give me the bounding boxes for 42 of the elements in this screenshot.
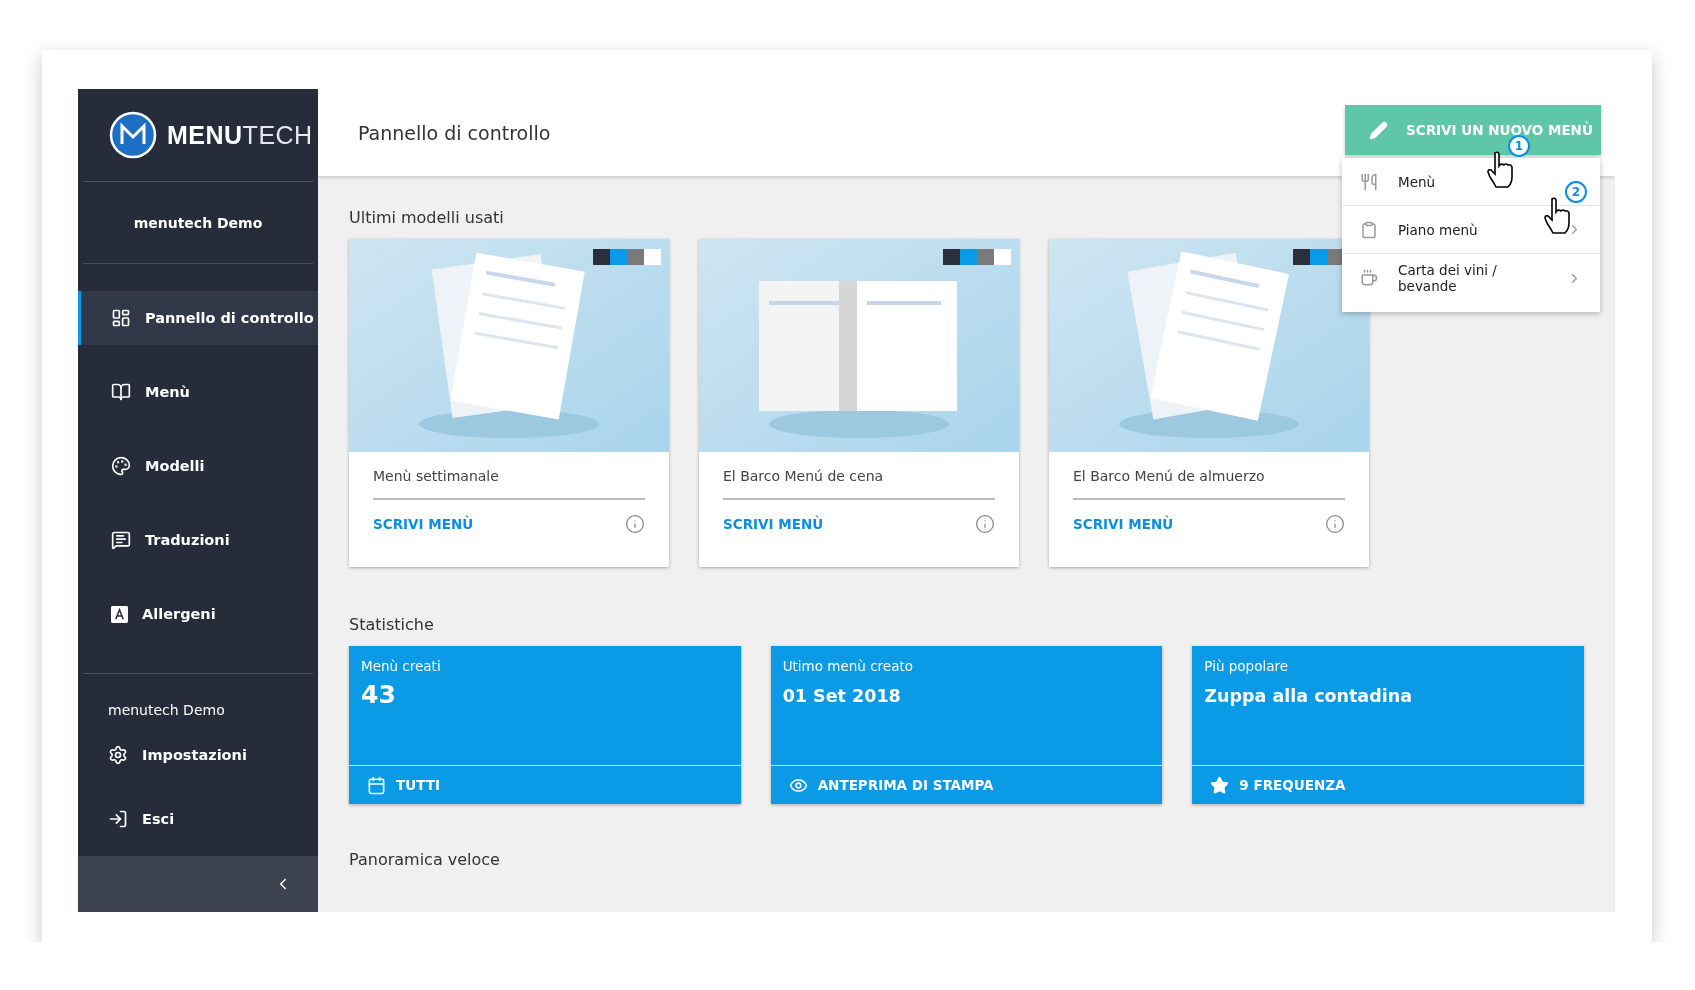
section-label: menutech Demo bbox=[107, 701, 226, 720]
settings-icon bbox=[108, 745, 128, 765]
stat-label: Utimo menù creato bbox=[782, 658, 913, 674]
info-icon[interactable] bbox=[975, 514, 995, 534]
section-title: Panoramica veloce bbox=[349, 850, 501, 869]
menu-item[interactable]: Carta dei vini / bevande bbox=[1342, 254, 1600, 302]
info-icon[interactable] bbox=[625, 514, 645, 534]
sidebar-item[interactable]: Allergeni bbox=[78, 587, 318, 641]
template-name: El Barco Menú de cena bbox=[723, 452, 995, 500]
hand-cursor-icon bbox=[1543, 197, 1573, 235]
sidebar-item[interactable]: Menù bbox=[78, 365, 318, 419]
stat-value: 01 Set 2018 bbox=[782, 686, 901, 706]
star-icon bbox=[1210, 775, 1230, 795]
pencil-icon bbox=[1369, 120, 1388, 140]
login-arrow-icon bbox=[108, 809, 128, 829]
dashboard-icon bbox=[111, 308, 131, 328]
palette-icon bbox=[111, 456, 131, 476]
section-title: Statistiche bbox=[349, 615, 435, 634]
section-title: Ultimi modelli usati bbox=[349, 208, 505, 227]
cup-icon bbox=[1360, 269, 1378, 287]
logo-text: MENUTECH bbox=[167, 120, 313, 150]
stat-label: Menù creati bbox=[361, 658, 441, 674]
sidebar-item[interactable]: Esci bbox=[78, 792, 318, 846]
stat-value: Zuppa alla contadina bbox=[1204, 686, 1412, 706]
sidebar-item[interactable]: Pannello di controllo bbox=[78, 291, 318, 345]
sidebar-item[interactable]: Impostazioni bbox=[78, 728, 318, 782]
sidebar-item[interactable]: Modelli bbox=[78, 439, 318, 493]
clipboard-icon bbox=[1360, 220, 1378, 239]
template-name: El Barco Menú de almuerzo bbox=[1073, 452, 1345, 500]
logo-icon bbox=[109, 111, 157, 159]
book-icon bbox=[111, 382, 131, 402]
account-name: menutech Demo bbox=[83, 182, 313, 264]
stat-label: Più popolare bbox=[1204, 658, 1289, 674]
fork-knife-icon bbox=[1360, 172, 1378, 191]
stat-value: 43 bbox=[361, 680, 396, 709]
info-icon[interactable] bbox=[1325, 514, 1345, 534]
sidebar-item[interactable]: Traduzioni bbox=[78, 513, 318, 567]
letter-tile-icon bbox=[111, 605, 128, 623]
chat-list-icon bbox=[111, 530, 131, 550]
calendar-icon bbox=[367, 775, 386, 795]
page-title: Pannello di controllo bbox=[358, 121, 551, 144]
template-name: Menù settimanale bbox=[373, 452, 645, 500]
